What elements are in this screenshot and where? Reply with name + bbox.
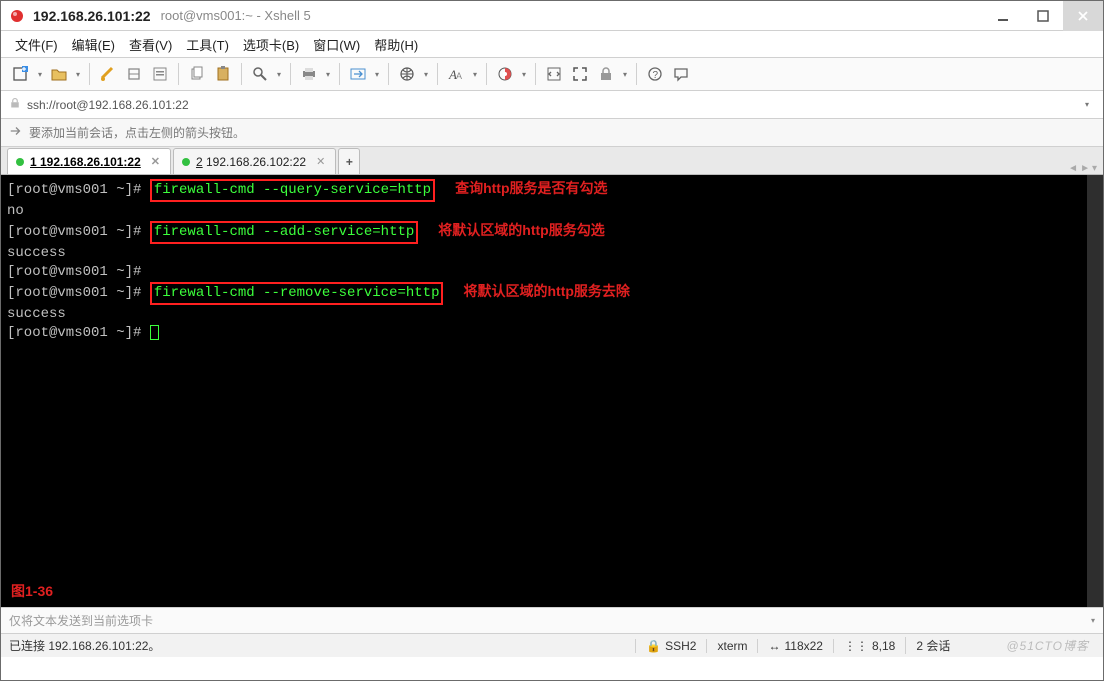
font-dropdown[interactable]: ▾: [470, 70, 480, 79]
annotation-2: 将默认区域的http服务勾选: [438, 221, 604, 240]
menu-edit[interactable]: 编辑(E): [72, 35, 115, 54]
figure-label: 图1-36: [11, 582, 53, 601]
disconnect-icon[interactable]: [122, 62, 146, 86]
status-term-size: ↔118x22: [757, 639, 832, 653]
hint-text: 要添加当前会话，点击左侧的箭头按钮。: [29, 124, 245, 141]
size-icon: ↔: [768, 639, 780, 653]
tab-close-icon[interactable]: ✕: [316, 155, 325, 168]
title-host: 192.168.26.101:22: [33, 8, 151, 24]
lock-icon[interactable]: [594, 62, 618, 86]
script-icon[interactable]: [542, 62, 566, 86]
address-bar[interactable]: ssh://root@192.168.26.101:22 ▾: [1, 91, 1103, 119]
print-icon[interactable]: [297, 62, 321, 86]
address-text: ssh://root@192.168.26.101:22: [27, 98, 189, 112]
new-session-icon[interactable]: [9, 62, 33, 86]
tab-label: 2 192.168.26.102:22: [196, 155, 306, 169]
properties-icon[interactable]: [148, 62, 172, 86]
web-dropdown[interactable]: ▾: [421, 70, 431, 79]
menu-tabs[interactable]: 选项卡(B): [243, 35, 299, 54]
tab-list-icon[interactable]: ▾: [1092, 163, 1097, 174]
session-tab-1[interactable]: 1 192.168.26.101:22 ✕: [7, 148, 171, 174]
title-bar: 192.168.26.101:22 root@vms001:~ - Xshell…: [1, 1, 1103, 31]
svg-text:?: ?: [653, 70, 659, 81]
open-icon[interactable]: [47, 62, 71, 86]
output-3: success: [7, 305, 1097, 324]
tab-strip: 1 192.168.26.101:22 ✕ 2 192.168.26.102:2…: [1, 147, 1103, 175]
menu-tools[interactable]: 工具(T): [186, 35, 229, 54]
menu-window[interactable]: 窗口(W): [313, 35, 360, 54]
web-icon[interactable]: [395, 62, 419, 86]
copy-icon[interactable]: [185, 62, 209, 86]
menu-help[interactable]: 帮助(H): [374, 35, 418, 54]
status-bar: 已连接 192.168.26.101:22。 🔒SSH2 xterm ↔118x…: [1, 633, 1103, 657]
hint-bar: 要添加当前会话，点击左侧的箭头按钮。: [1, 119, 1103, 147]
send-bar-text: 仅将文本发送到当前选项卡: [9, 612, 153, 629]
print-dropdown[interactable]: ▾: [323, 70, 333, 79]
tab-prev-icon[interactable]: ◄: [1068, 163, 1078, 174]
xftp-dropdown[interactable]: ▾: [372, 70, 382, 79]
status-dot-icon: [16, 158, 24, 166]
menu-bar: 文件(F) 编辑(E) 查看(V) 工具(T) 选项卡(B) 窗口(W) 帮助(…: [1, 31, 1103, 57]
find-icon[interactable]: [248, 62, 272, 86]
annotation-3: 将默认区域的http服务去除: [463, 282, 629, 301]
tab-next-icon[interactable]: ►: [1080, 163, 1090, 174]
feedback-icon[interactable]: [669, 62, 693, 86]
lock-small-icon: 🔒: [646, 639, 661, 653]
tab-label: 1 192.168.26.101:22: [30, 155, 141, 169]
menu-view[interactable]: 查看(V): [129, 35, 172, 54]
title-sub: root@vms001:~ - Xshell 5: [161, 8, 311, 23]
ssh-lock-icon: [9, 97, 21, 112]
hint-arrow-icon[interactable]: [9, 124, 23, 141]
toolbar: ▾ ▾ ▾ ▾ ▾ ▾ AA ▾ ▾ ▾ ?: [1, 57, 1103, 91]
scrollbar[interactable]: [1087, 175, 1103, 607]
status-term-type: xterm: [706, 639, 757, 653]
xftp-icon[interactable]: [346, 62, 370, 86]
status-connection: 已连接 192.168.26.101:22。: [9, 637, 635, 654]
new-tab-button[interactable]: +: [338, 148, 360, 174]
send-bar[interactable]: 仅将文本发送到当前选项卡 ▾: [1, 607, 1103, 633]
color-icon[interactable]: [493, 62, 517, 86]
annotation-1: 查询http服务是否有勾选: [455, 179, 607, 198]
watermark: @51CTO博客: [1000, 637, 1095, 654]
new-session-dropdown[interactable]: ▾: [35, 70, 45, 79]
status-cursor-pos: ⋮⋮8,18: [833, 639, 905, 653]
status-protocol: 🔒SSH2: [635, 639, 706, 653]
color-dropdown[interactable]: ▾: [519, 70, 529, 79]
reconnect-icon[interactable]: [96, 62, 120, 86]
svg-text:A: A: [456, 71, 462, 81]
fullscreen-icon[interactable]: [568, 62, 592, 86]
maximize-button[interactable]: [1023, 1, 1063, 31]
help-icon[interactable]: ?: [643, 62, 667, 86]
status-dot-icon: [182, 158, 190, 166]
status-session-count: 2 会话: [905, 637, 960, 654]
font-icon[interactable]: AA: [444, 62, 468, 86]
output-2: success: [7, 244, 1097, 263]
tab-close-icon[interactable]: ✕: [151, 155, 160, 168]
app-icon: [9, 8, 25, 24]
lock-dropdown[interactable]: ▾: [620, 70, 630, 79]
find-dropdown[interactable]: ▾: [274, 70, 284, 79]
terminal[interactable]: [root@vms001 ~]# firewall-cmd --query-se…: [1, 175, 1103, 607]
send-bar-dropdown[interactable]: ▾: [1091, 616, 1095, 625]
cursor-icon: ⋮⋮: [844, 639, 868, 653]
address-dropdown[interactable]: ▾: [1079, 100, 1095, 109]
cursor: [150, 325, 159, 340]
menu-file[interactable]: 文件(F): [15, 35, 58, 54]
session-tab-2[interactable]: 2 192.168.26.102:22 ✕: [173, 148, 336, 174]
open-dropdown[interactable]: ▾: [73, 70, 83, 79]
close-button[interactable]: [1063, 1, 1103, 31]
output-1: no: [7, 202, 1097, 221]
minimize-button[interactable]: [983, 1, 1023, 31]
paste-icon[interactable]: [211, 62, 235, 86]
